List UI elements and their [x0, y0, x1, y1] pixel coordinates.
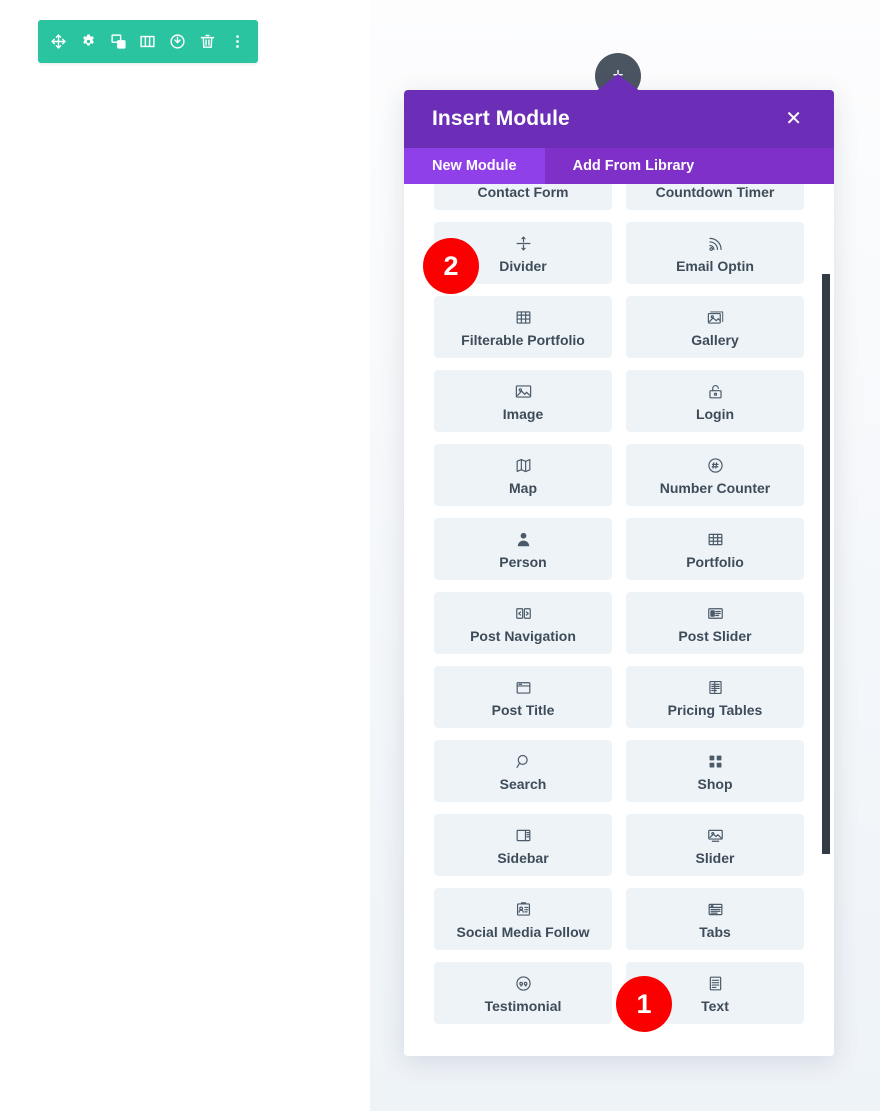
insert-module-modal: Insert Module ✕ New Module Add From Libr…	[404, 90, 834, 1056]
divider-icon	[514, 234, 533, 254]
filterable-portfolio-icon	[514, 308, 533, 328]
pricing-tables-icon	[706, 678, 725, 698]
page-title: Insert Module	[432, 107, 570, 130]
module-tile-label: Shop	[697, 775, 733, 792]
module-tile-label: Login	[695, 405, 735, 422]
module-tile-label: Person	[499, 553, 547, 570]
module-tile-label: Search	[499, 775, 547, 792]
person-icon	[514, 530, 533, 550]
module-list-scroll-area: Contact Form Countdown Timer Divider Email …	[404, 184, 834, 1056]
gallery-icon	[706, 308, 725, 328]
module-tile-label: Post Navigation	[470, 627, 576, 644]
image-icon	[514, 382, 533, 402]
email-optin-icon	[706, 234, 725, 254]
module-tile-label: Image	[502, 405, 544, 422]
module-tile-pricing-tables[interactable]: Pricing Tables	[626, 666, 804, 728]
tabs-icon	[706, 900, 725, 920]
login-icon	[706, 382, 725, 402]
portfolio-icon	[706, 530, 725, 550]
post-title-icon	[514, 678, 533, 698]
social-media-follow-icon	[514, 900, 533, 920]
modal-tab-bar: New Module Add From Library	[404, 148, 834, 184]
module-tile-label: Tabs	[699, 923, 731, 940]
module-grid: Contact Form Countdown Timer Divider Email …	[404, 184, 834, 1042]
modal-header: Insert Module ✕	[404, 90, 834, 148]
modal-pointer-arrow	[595, 74, 641, 92]
modal-scrollbar[interactable]	[822, 184, 830, 1056]
module-tile-label: Gallery	[691, 331, 739, 348]
module-tile-label: Filterable Portfolio	[461, 331, 585, 348]
module-tile-label: Countdown Timer	[655, 184, 775, 200]
module-tile-label: Number Counter	[659, 479, 771, 496]
module-tile-sidebar[interactable]: Sidebar	[434, 814, 612, 876]
power-icon[interactable]	[167, 31, 189, 53]
module-tile-label: Contact Form	[477, 184, 569, 200]
module-tile-post-slider[interactable]: Post Slider	[626, 592, 804, 654]
testimonial-icon	[514, 974, 533, 994]
tab-new-module[interactable]: New Module	[404, 148, 545, 184]
module-tile-post-navigation[interactable]: Post Navigation	[434, 592, 612, 654]
module-tile-contact-form[interactable]: Contact Form	[434, 184, 612, 210]
search-icon	[514, 752, 533, 772]
post-slider-icon	[706, 604, 725, 624]
module-tile-slider[interactable]: Slider	[626, 814, 804, 876]
module-tile-label: Divider	[499, 257, 547, 274]
module-tile-countdown-timer[interactable]: Countdown Timer	[626, 184, 804, 210]
module-tile-label: Sidebar	[497, 849, 549, 866]
module-tile-person[interactable]: Person	[434, 518, 612, 580]
slider-icon	[706, 826, 725, 846]
module-tile-shop[interactable]: Shop	[626, 740, 804, 802]
module-tile-image[interactable]: Image	[434, 370, 612, 432]
gear-icon[interactable]	[78, 31, 100, 53]
module-tile-label: Post Slider	[678, 627, 752, 644]
module-tile-label: Social Media Follow	[456, 923, 590, 940]
more-options-icon[interactable]	[226, 31, 248, 53]
module-tile-label: Slider	[695, 849, 735, 866]
module-tile-gallery[interactable]: Gallery	[626, 296, 804, 358]
columns-icon[interactable]	[137, 31, 159, 53]
module-tile-social-media-follow[interactable]: Social Media Follow	[434, 888, 612, 950]
module-tile-map[interactable]: Map	[434, 444, 612, 506]
step-badge-2: 2	[423, 238, 479, 294]
module-tile-post-title[interactable]: Post Title	[434, 666, 612, 728]
module-tile-search[interactable]: Search	[434, 740, 612, 802]
module-tile-label: Testimonial	[484, 997, 562, 1014]
module-tile-label: Post Title	[491, 701, 555, 718]
module-settings-toolbar[interactable]	[38, 20, 258, 63]
module-tile-login[interactable]: Login	[626, 370, 804, 432]
module-tile-email-optin[interactable]: Email Optin	[626, 222, 804, 284]
module-tile-number-counter[interactable]: Number Counter	[626, 444, 804, 506]
module-tile-label: Map	[509, 479, 537, 496]
modal-scrollbar-thumb[interactable]	[822, 274, 830, 854]
module-tile-tabs[interactable]: Tabs	[626, 888, 804, 950]
map-icon	[514, 456, 533, 476]
trash-icon[interactable]	[196, 31, 218, 53]
number-counter-icon	[706, 456, 725, 476]
sidebar-icon	[514, 826, 533, 846]
duplicate-icon[interactable]	[107, 31, 129, 53]
tab-add-from-library[interactable]: Add From Library	[545, 148, 723, 184]
module-tile-label: Text	[701, 997, 729, 1014]
module-tile-filterable-portfolio[interactable]: Filterable Portfolio	[434, 296, 612, 358]
move-icon[interactable]	[48, 31, 70, 53]
module-tile-portfolio[interactable]: Portfolio	[626, 518, 804, 580]
module-tile-label: Email Optin	[676, 257, 754, 274]
step-badge-1: 1	[616, 976, 672, 1032]
module-tile-testimonial[interactable]: Testimonial	[434, 962, 612, 1024]
shop-icon	[706, 752, 725, 772]
module-tile-label: Pricing Tables	[667, 701, 763, 718]
post-navigation-icon	[514, 604, 533, 624]
module-tile-label: Portfolio	[686, 553, 744, 570]
text-icon	[706, 974, 725, 994]
close-icon[interactable]: ✕	[781, 105, 806, 133]
